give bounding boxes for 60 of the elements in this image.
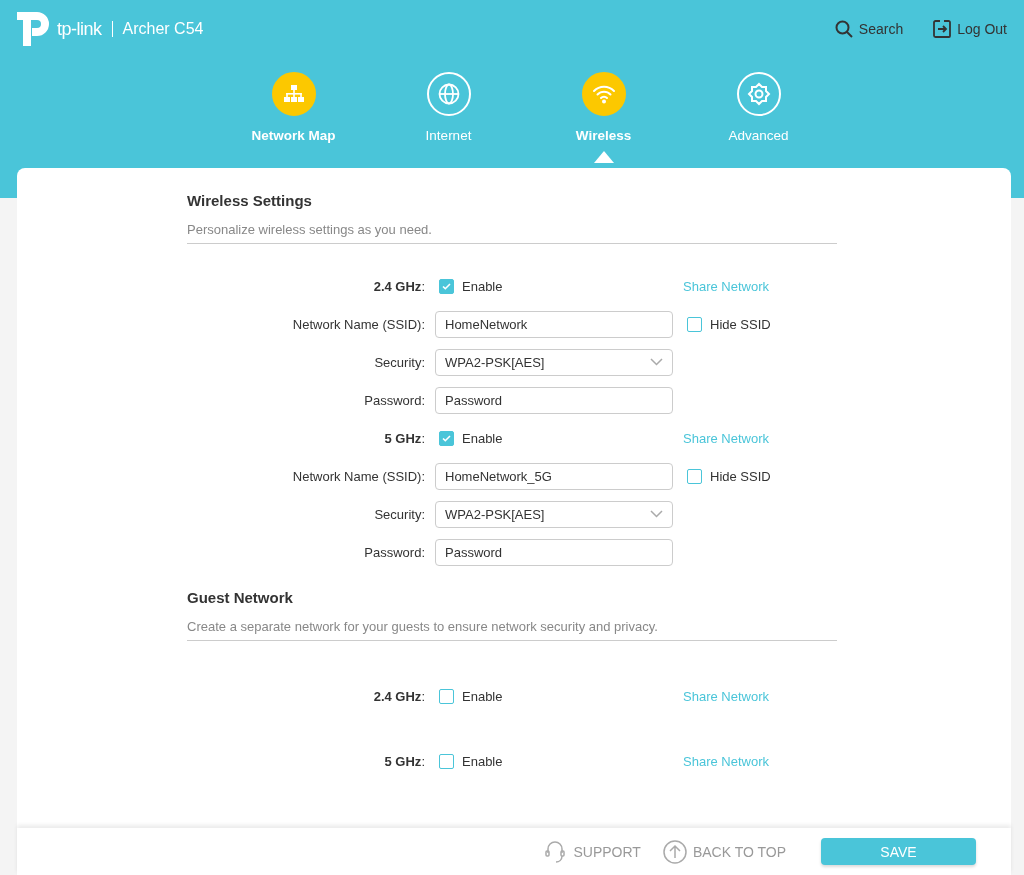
check-icon [442,434,451,442]
checkbox[interactable] [439,278,454,294]
logo-icon [17,12,51,46]
security-dropdown[interactable]: WPA2-PSK[AES] [435,500,673,528]
checkbox[interactable] [687,316,702,332]
field-label: Security: [373,354,425,370]
nav-tab[interactable]: Network Map [216,72,371,164]
checkbox[interactable] [439,689,454,704]
search-icon [834,20,853,38]
field-label: 5 GHz: [383,754,425,769]
globe-icon [437,83,460,105]
checkbox-label: Enable [462,430,503,446]
section-title: Guest Network [187,588,294,608]
nav-tab[interactable]: Advanced [681,72,836,164]
checkbox[interactable] [439,754,454,769]
headset-icon [543,839,568,864]
checkbox[interactable] [687,468,702,484]
field-label: Network Name (SSID): [291,468,425,484]
text-field[interactable]: HomeNetwork [435,310,673,338]
text-field[interactable]: HomeNetwork_5G [435,462,673,490]
field-label: 2.4 GHz: [372,278,425,294]
field-label: 2.4 GHz: [372,689,425,704]
save-button[interactable]: SAVE [821,838,976,865]
security-dropdown[interactable]: WPA2-PSK[AES] [435,348,673,376]
section-description: Create a separate network for your guests to ensure network security and privacy. [187,613,837,641]
brand-name: tp-link [57,18,102,40]
model-name: Archer C54 [122,20,204,38]
support-link[interactable]: SUPPORT [543,839,641,864]
text-field[interactable]: Password [435,386,673,414]
field-label: 5 GHz: [383,430,425,446]
chevron-down-icon [650,510,663,518]
share-network-link[interactable]: Share Network [683,754,769,769]
logout-button[interactable]: Log Out [933,20,1007,38]
checkbox[interactable] [439,430,454,446]
arrow-up-icon [662,839,687,864]
search-button[interactable]: Search [834,20,904,38]
field-label: Network Name (SSID): [291,316,425,332]
gear-icon [746,82,771,106]
checkbox-label: Hide SSID [710,468,771,484]
section-description: Personalize wireless settings as you need. [187,216,837,244]
field-label: Security: [373,506,425,522]
checkbox-label: Enable [462,754,503,769]
checkbox-label: Enable [462,689,503,704]
divider-icon [111,21,113,37]
checkbox-label: Hide SSID [710,316,771,332]
field-label: Password: [363,392,425,408]
checkbox-label: Enable [462,278,503,294]
share-network-link[interactable]: Share Network [683,278,769,294]
logout-icon [933,20,952,38]
share-network-link[interactable]: Share Network [683,430,769,446]
field-label: Password: [363,544,425,560]
network-icon [283,85,304,103]
wifi-icon [591,84,616,104]
text-field[interactable]: Password [435,538,673,566]
nav-tab[interactable]: Internet [371,72,526,164]
chevron-down-icon [650,358,663,366]
share-network-link[interactable]: Share Network [683,689,769,704]
section-title: Wireless Settings [187,191,313,211]
check-icon [442,282,451,290]
back-to-top-link[interactable]: BACK TO TOP [662,839,786,864]
